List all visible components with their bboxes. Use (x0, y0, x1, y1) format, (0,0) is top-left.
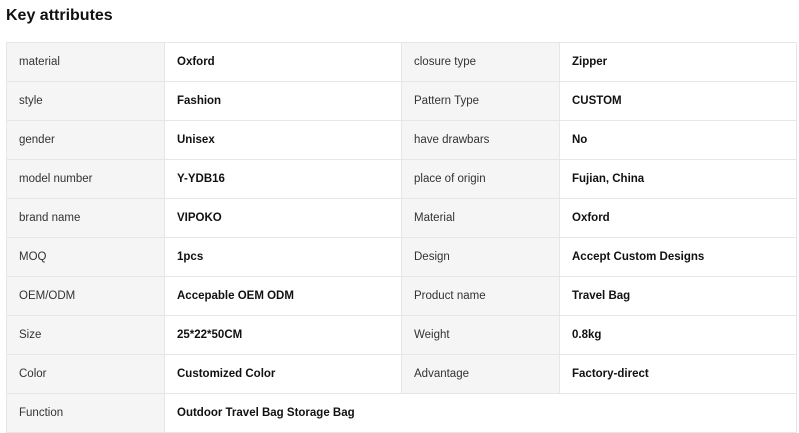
attributes-table: material Oxford closure type Zipper styl… (6, 42, 797, 433)
attribute-name: closure type (401, 42, 560, 82)
attribute-value: Unisex (164, 120, 402, 160)
attribute-name: Size (6, 315, 165, 355)
attribute-value: Fujian, China (559, 159, 797, 199)
attributes-table-body: material Oxford closure type Zipper styl… (6, 42, 797, 433)
attribute-name: Weight (401, 315, 560, 355)
section-title: Key attributes (6, 7, 113, 24)
attribute-name: Product name (401, 276, 560, 316)
attribute-value: Accepable OEM ODM (164, 276, 402, 316)
attribute-name: have drawbars (401, 120, 560, 160)
table-row: Size 25*22*50CM Weight 0.8kg (6, 315, 797, 355)
attribute-name: Pattern Type (401, 81, 560, 121)
attribute-name: OEM/ODM (6, 276, 165, 316)
table-row: material Oxford closure type Zipper (6, 42, 797, 82)
attribute-value: VIPOKO (164, 198, 402, 238)
table-row: brand name VIPOKO Material Oxford (6, 198, 797, 238)
attribute-name: Material (401, 198, 560, 238)
table-row: gender Unisex have drawbars No (6, 120, 797, 160)
attribute-value: 25*22*50CM (164, 315, 402, 355)
table-row: MOQ 1pcs Design Accept Custom Designs (6, 237, 797, 277)
attribute-name: gender (6, 120, 165, 160)
attribute-name: material (6, 42, 165, 82)
attribute-name: style (6, 81, 165, 121)
attribute-name: Color (6, 354, 165, 394)
attribute-value: Outdoor Travel Bag Storage Bag (164, 393, 797, 433)
attribute-name: place of origin (401, 159, 560, 199)
key-attributes-panel: Key attributes material Oxford closure t… (0, 0, 799, 433)
attribute-value: Fashion (164, 81, 402, 121)
attribute-value: 0.8kg (559, 315, 797, 355)
attribute-value: Oxford (559, 198, 797, 238)
attribute-name: Design (401, 237, 560, 277)
attribute-value: Factory-direct (559, 354, 797, 394)
attribute-value: CUSTOM (559, 81, 797, 121)
table-row: style Fashion Pattern Type CUSTOM (6, 81, 797, 121)
attribute-value: Oxford (164, 42, 402, 82)
attribute-value: Accept Custom Designs (559, 237, 797, 277)
table-row: Function Outdoor Travel Bag Storage Bag (6, 393, 797, 433)
attribute-value: 1pcs (164, 237, 402, 277)
attribute-value: No (559, 120, 797, 160)
table-row: Color Customized Color Advantage Factory… (6, 354, 797, 394)
attribute-value: Customized Color (164, 354, 402, 394)
table-row: OEM/ODM Accepable OEM ODM Product name T… (6, 276, 797, 316)
attribute-value: Zipper (559, 42, 797, 82)
attribute-name: Function (6, 393, 165, 433)
attribute-name: Advantage (401, 354, 560, 394)
attribute-value: Y-YDB16 (164, 159, 402, 199)
attribute-name: model number (6, 159, 165, 199)
table-row: model number Y-YDB16 place of origin Fuj… (6, 159, 797, 199)
attribute-name: brand name (6, 198, 165, 238)
attribute-value: Travel Bag (559, 276, 797, 316)
attribute-name: MOQ (6, 237, 165, 277)
